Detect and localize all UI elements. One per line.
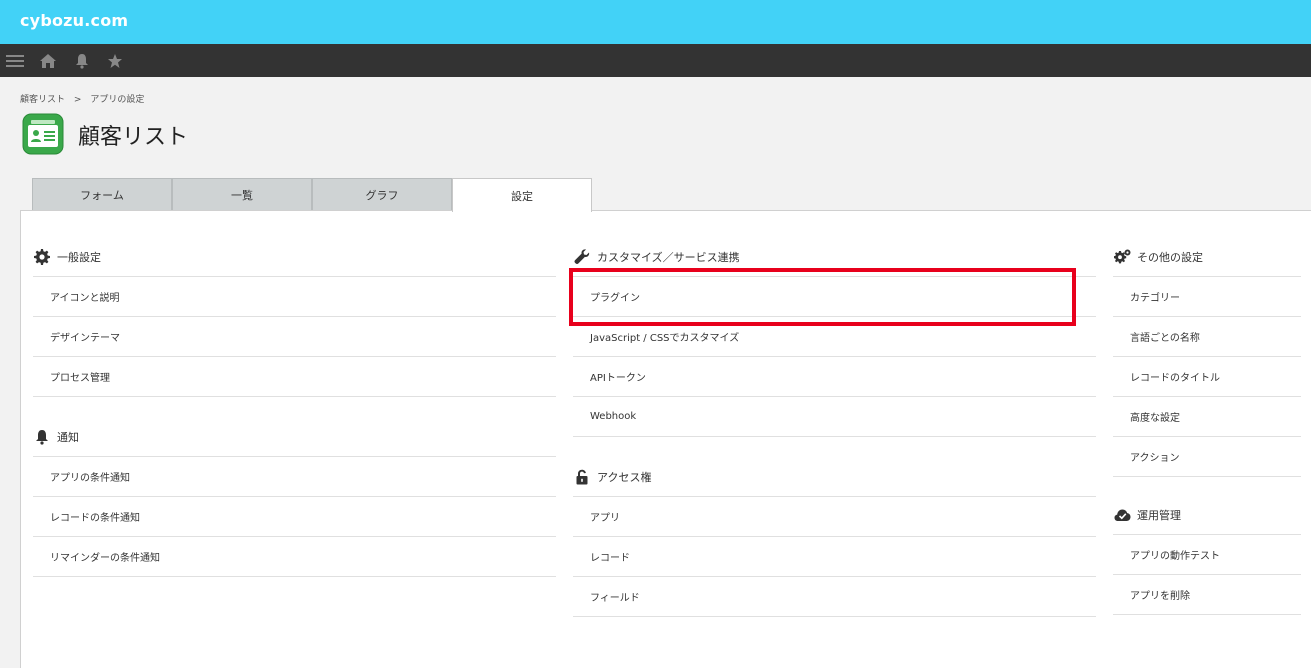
section-customize-title: カスタマイズ／サービス連携	[597, 250, 740, 264]
home-icon[interactable]	[38, 51, 58, 71]
item-javascript-css-customize[interactable]: JavaScript / CSSでカスタマイズ	[573, 317, 1096, 357]
item-name-per-language[interactable]: 言語ごとの名称	[1113, 317, 1301, 357]
breadcrumb-item-settings: アプリの設定	[90, 95, 145, 105]
tab-graph[interactable]: グラフ	[312, 178, 452, 211]
star-icon[interactable]	[105, 51, 125, 71]
item-action[interactable]: アクション	[1113, 437, 1301, 477]
item-category[interactable]: カテゴリー	[1113, 277, 1301, 317]
section-operation: 運用管理	[1113, 495, 1301, 535]
section-notification: 通知	[33, 417, 556, 457]
lock-icon	[573, 468, 591, 486]
item-design-theme[interactable]: デザインテーマ	[33, 317, 556, 357]
tab-form[interactable]: フォーム	[32, 178, 172, 211]
item-access-app[interactable]: アプリ	[573, 497, 1096, 537]
wrench-icon	[573, 248, 591, 266]
item-app-condition-notification[interactable]: アプリの条件通知	[33, 457, 556, 497]
tab-settings[interactable]: 設定	[452, 178, 592, 212]
tab-list[interactable]: 一覧	[172, 178, 312, 211]
item-plugin[interactable]: プラグイン	[573, 277, 1096, 317]
section-other: その他の設定	[1113, 237, 1301, 277]
item-access-record[interactable]: レコード	[573, 537, 1096, 577]
item-record-condition-notification[interactable]: レコードの条件通知	[33, 497, 556, 537]
cybozu-logo[interactable]: cybozu.com	[20, 11, 128, 30]
breadcrumb: 顧客リスト > アプリの設定	[20, 92, 144, 105]
app-icon	[22, 113, 64, 155]
item-app-test[interactable]: アプリの動作テスト	[1113, 535, 1301, 575]
breadcrumb-item-app[interactable]: 顧客リスト	[20, 92, 65, 105]
gears-icon	[1113, 248, 1131, 266]
bell-icon	[33, 428, 51, 446]
breadcrumb-separator: >	[73, 95, 82, 105]
gear-icon	[33, 248, 51, 266]
item-process-management[interactable]: プロセス管理	[33, 357, 556, 397]
section-general: 一般設定	[33, 237, 556, 277]
cloud-check-icon	[1113, 506, 1131, 524]
item-record-title[interactable]: レコードのタイトル	[1113, 357, 1301, 397]
item-api-token[interactable]: APIトークン	[573, 357, 1096, 397]
section-operation-title: 運用管理	[1137, 508, 1181, 522]
section-customize: カスタマイズ／サービス連携	[573, 237, 1096, 277]
settings-panel: 一般設定 アイコンと説明 デザインテーマ プロセス管理 通知 アプリの条件通知 …	[20, 210, 1311, 668]
bell-icon[interactable]	[72, 51, 92, 71]
item-webhook[interactable]: Webhook	[573, 397, 1096, 437]
section-access-title: アクセス権	[597, 470, 652, 484]
item-access-field[interactable]: フィールド	[573, 577, 1096, 617]
section-general-title: 一般設定	[57, 250, 101, 264]
menu-icon[interactable]	[5, 51, 25, 71]
section-other-title: その他の設定	[1137, 250, 1203, 264]
page-title: 顧客リスト	[78, 125, 189, 150]
section-notification-title: 通知	[57, 430, 79, 444]
item-delete-app[interactable]: アプリを削除	[1113, 575, 1301, 615]
item-advanced-settings[interactable]: 高度な設定	[1113, 397, 1301, 437]
item-icon-description[interactable]: アイコンと説明	[33, 277, 556, 317]
item-reminder-condition-notification[interactable]: リマインダーの条件通知	[33, 537, 556, 577]
top-bar: cybozu.com	[0, 0, 1311, 44]
nav-bar	[0, 44, 1311, 77]
section-access: アクセス権	[573, 457, 1096, 497]
